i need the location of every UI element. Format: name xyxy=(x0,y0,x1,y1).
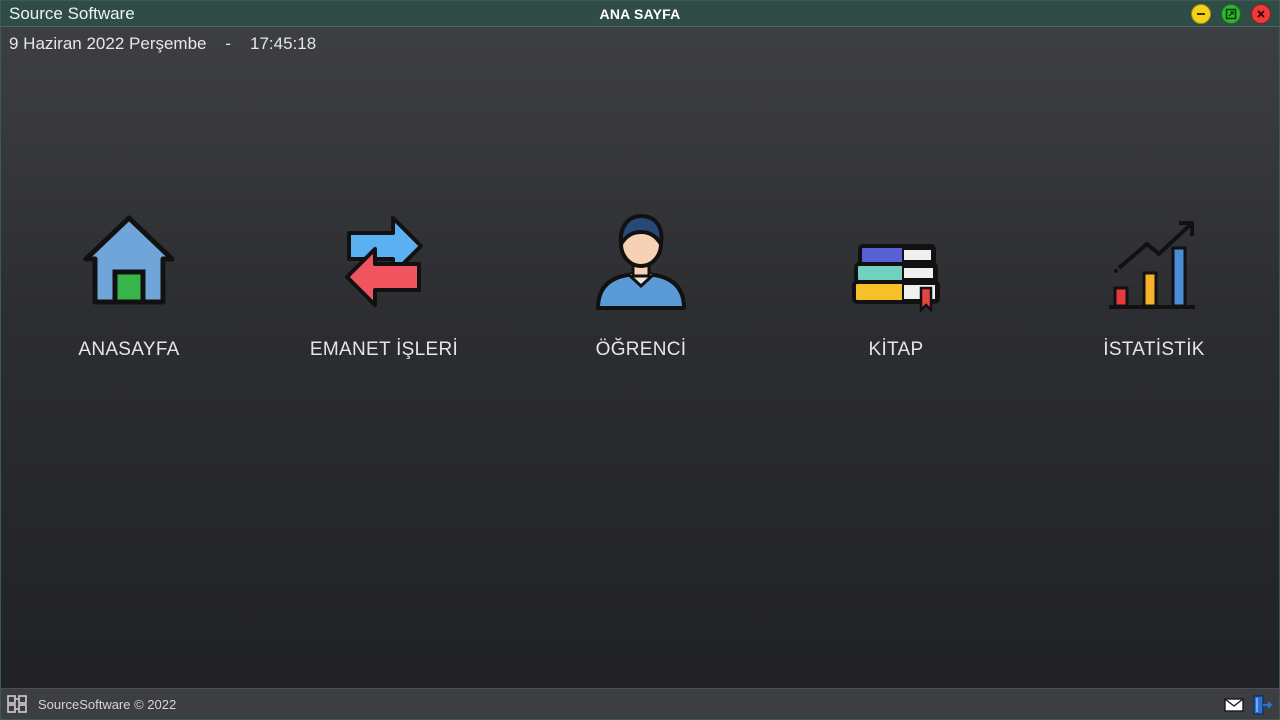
mail-icon[interactable] xyxy=(1223,694,1245,716)
datetime-separator: - xyxy=(225,34,232,53)
window-controls xyxy=(1191,4,1271,24)
minimize-icon xyxy=(1197,13,1205,15)
copyright-text: SourceSoftware © 2022 xyxy=(38,697,177,712)
footer-bar: SourceSoftware © 2022 xyxy=(1,688,1279,719)
student-icon xyxy=(596,214,686,310)
menu-label: İSTATİSTİK xyxy=(1103,339,1205,360)
title-bar[interactable]: Source Software ANA SAYFA xyxy=(1,1,1279,27)
books-icon xyxy=(852,244,940,314)
menu-item-kitap[interactable]: KİTAP xyxy=(796,201,996,381)
menu-label: EMANET İŞLERİ xyxy=(309,339,459,360)
close-button[interactable] xyxy=(1251,4,1271,24)
main-menu: ANASAYFA EMANET İŞLERİ ÖĞRENCİ KİTAP İST… xyxy=(1,201,1280,401)
exchange-arrows-icon xyxy=(345,216,423,307)
house-icon xyxy=(83,215,175,305)
bar-chart-icon xyxy=(1109,221,1195,309)
page-title: ANA SAYFA xyxy=(599,6,681,22)
menu-label: ÖĞRENCİ xyxy=(595,339,687,360)
menu-item-anasayfa[interactable]: ANASAYFA xyxy=(29,201,229,381)
menu-label: ANASAYFA xyxy=(78,339,180,360)
maximize-button[interactable] xyxy=(1221,4,1241,24)
logo-icon xyxy=(7,695,27,713)
close-icon xyxy=(1257,10,1265,18)
menu-label: KİTAP xyxy=(868,339,924,360)
datetime-display: 9 Haziran 2022 Perşembe - 17:45:18 xyxy=(9,34,316,54)
time-text: 17:45:18 xyxy=(250,34,317,53)
menu-item-istatistik[interactable]: İSTATİSTİK xyxy=(1054,201,1254,381)
minimize-button[interactable] xyxy=(1191,4,1211,24)
main-window: Source Software ANA SAYFA 9 Haziran 2022 xyxy=(0,0,1280,720)
menu-item-emanet-isleri[interactable]: EMANET İŞLERİ xyxy=(284,201,484,381)
date-text: 9 Haziran 2022 Perşembe xyxy=(9,34,207,53)
maximize-icon xyxy=(1225,8,1237,20)
menu-item-ogrenci[interactable]: ÖĞRENCİ xyxy=(541,201,741,381)
exit-icon[interactable] xyxy=(1251,694,1273,716)
